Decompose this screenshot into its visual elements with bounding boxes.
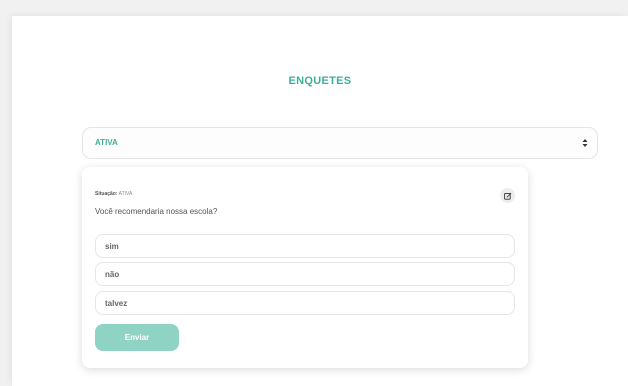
poll-option-label: talvez <box>105 299 128 308</box>
poll-option-label: não <box>105 270 120 279</box>
poll-status-label: Situação: <box>95 191 118 197</box>
poll-option[interactable]: talvez <box>95 291 515 315</box>
edit-icon <box>503 192 511 200</box>
poll-status: Situação: ATIVA <box>95 191 132 197</box>
sort-arrows-icon <box>582 139 588 147</box>
poll-status-value: ATIVA <box>118 191 133 197</box>
poll-option-label: sim <box>105 242 119 251</box>
poll-question: Você recomendaria nossa escola? <box>95 207 218 216</box>
submit-vote-button[interactable]: Enviar <box>95 324 179 351</box>
poll-option[interactable]: sim <box>95 234 515 258</box>
content-panel: ENQUETES ATIVA Situação: ATIVA Você reco… <box>12 16 628 386</box>
poll-card: Situação: ATIVA Você recomendaria nossa … <box>82 167 528 368</box>
edit-poll-button[interactable] <box>500 188 515 203</box>
page-title: ENQUETES <box>288 75 352 87</box>
status-filter-value: ATIVA <box>95 138 118 147</box>
status-filter-select[interactable]: ATIVA <box>82 127 598 159</box>
poll-option[interactable]: não <box>95 262 515 286</box>
